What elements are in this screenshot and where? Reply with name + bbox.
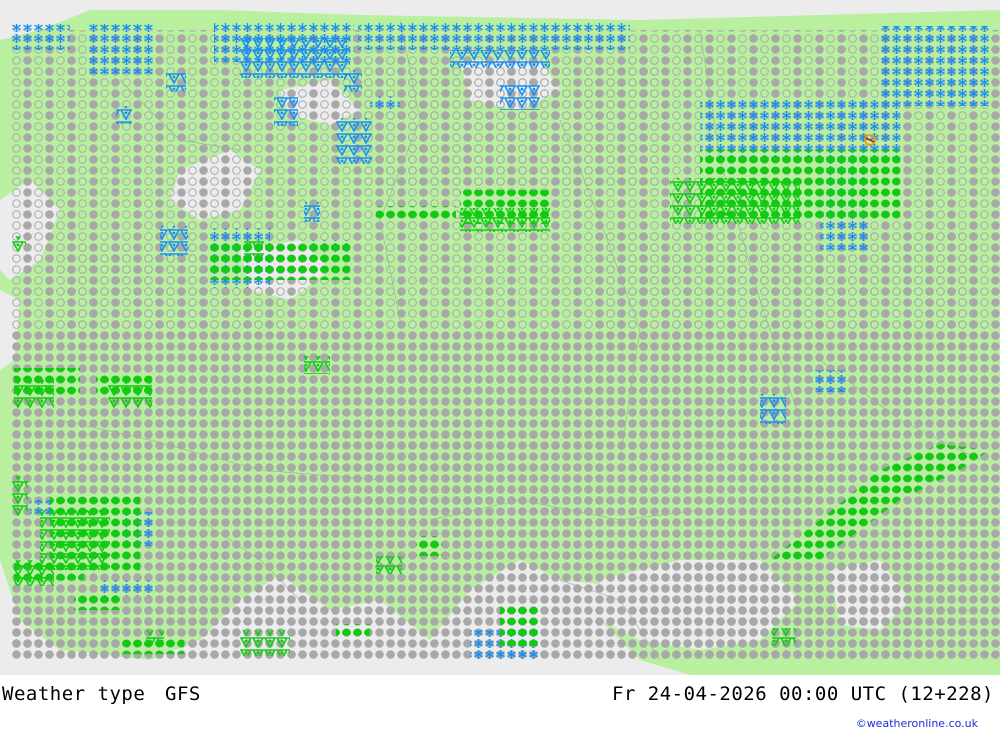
weather-map — [0, 0, 1000, 675]
map-footer: Weather type GFS Fr 24-04-2026 00:00 UTC… — [0, 675, 1000, 733]
valid-time: Fr 24-04-2026 00:00 UTC (12+228) — [611, 683, 994, 705]
model-name: GFS — [165, 683, 201, 705]
credit-link[interactable]: ©weatheronline.co.uk — [856, 717, 978, 730]
map-title: Weather type — [2, 683, 146, 705]
